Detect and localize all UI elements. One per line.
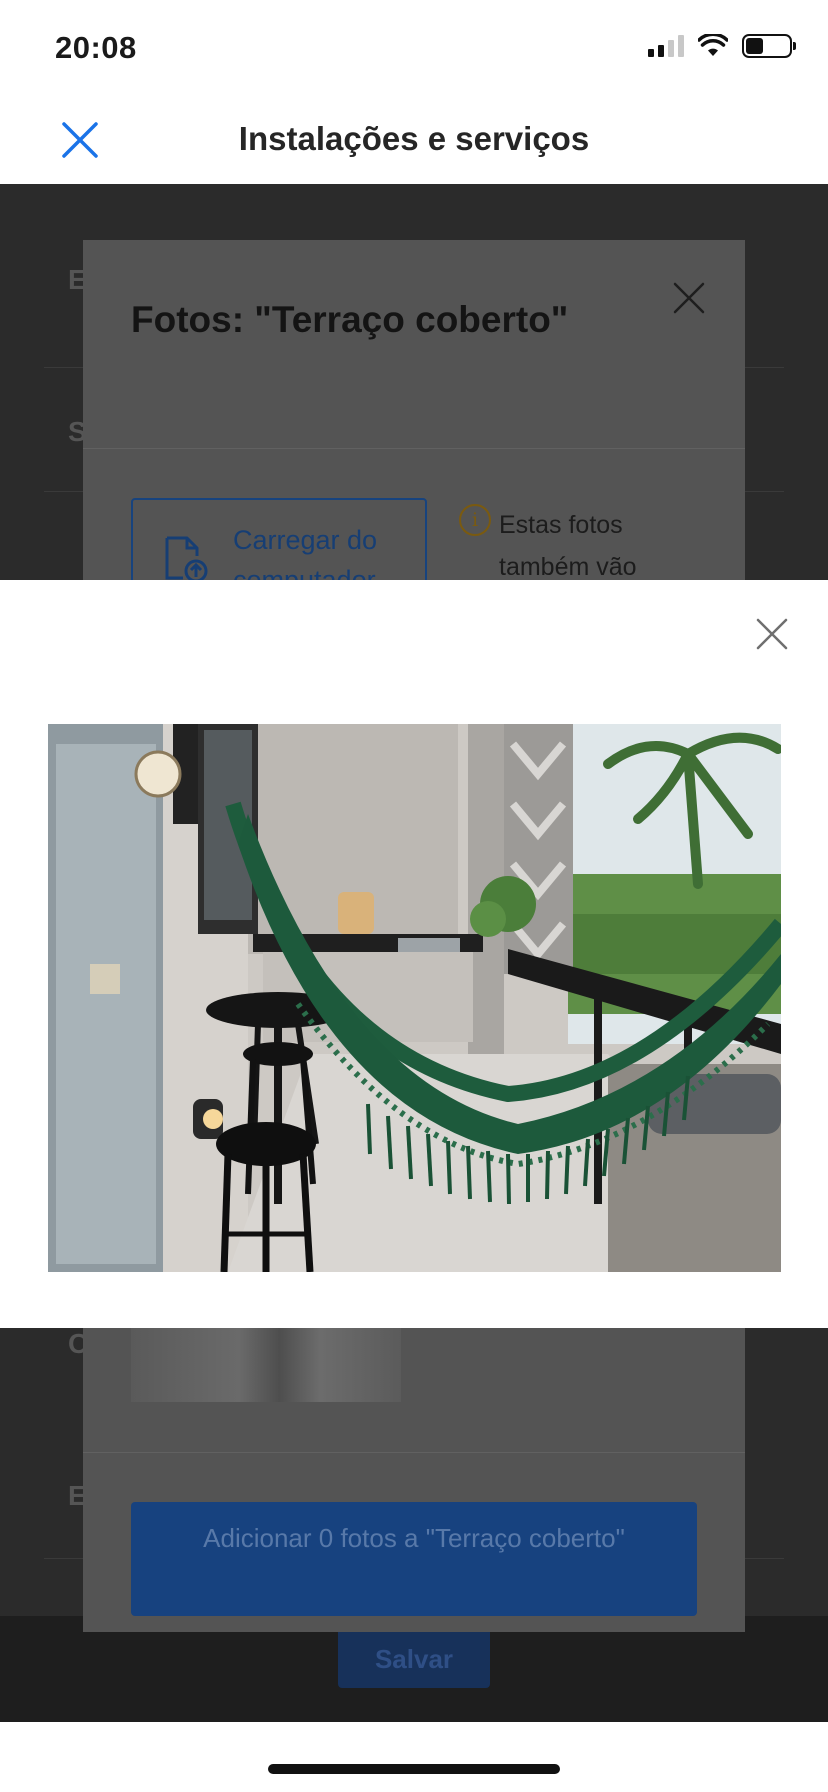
app-header: Instalações e serviços	[0, 96, 828, 184]
page-title: Instalações e serviços	[238, 120, 590, 157]
battery-icon	[742, 34, 796, 58]
home-indicator	[268, 1764, 560, 1774]
status-time: 20:08	[55, 30, 137, 65]
hammock-terrace-image	[48, 724, 781, 1272]
close-icon[interactable]	[754, 616, 790, 652]
file-upload-icon	[165, 536, 208, 583]
info-text: Estas fotos também vão	[499, 511, 637, 581]
photo-thumbnail[interactable]	[131, 1328, 401, 1402]
terrace-photo	[48, 724, 781, 1272]
cellular-signal-icon	[648, 35, 684, 57]
close-icon[interactable]	[671, 280, 707, 316]
status-icons	[648, 34, 796, 58]
status-bar: 20:08	[0, 0, 828, 96]
info-icon: i	[459, 504, 491, 536]
photo-viewer	[0, 580, 828, 1328]
save-button[interactable]: Salvar	[338, 1626, 490, 1688]
dialog-divider	[83, 1452, 745, 1453]
dialog-title: Fotos: "Terraço coberto"	[131, 299, 569, 340]
add-photos-button[interactable]: Adicionar 0 fotos a "Terraço coberto"	[131, 1502, 697, 1616]
dialog-divider	[83, 448, 745, 449]
wifi-icon	[698, 34, 728, 56]
